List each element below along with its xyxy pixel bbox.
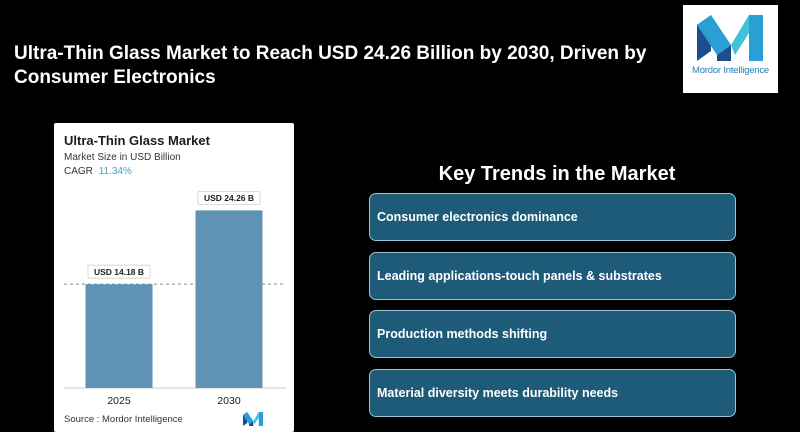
x-tick-label: 2030 (217, 395, 241, 407)
trend-item: Leading applications-touch panels & subs… (369, 252, 736, 300)
logo-text: Mordor Intelligence (692, 65, 769, 76)
bar-2030 (195, 210, 263, 388)
bar-chart: USD 14.18 B 2025 USD 24.26 B 2030 (64, 190, 286, 407)
x-tick-label: 2025 (107, 395, 131, 407)
headline: Ultra-Thin Glass Market to Reach USD 24.… (14, 43, 647, 88)
mordor-logo-icon (697, 15, 763, 61)
trend-item: Consumer electronics dominance (369, 193, 736, 241)
trend-item: Material diversity meets durability need… (369, 369, 736, 417)
data-label: USD 14.18 B (94, 267, 144, 277)
mordor-logo: Mordor Intelligence (683, 5, 778, 93)
chart-card: Ultra-Thin Glass Market Market Size in U… (54, 123, 294, 432)
source-logo-icon (242, 412, 264, 426)
bar-2025 (85, 284, 153, 388)
trends-title: Key Trends in the Market (438, 163, 676, 185)
data-label: USD 24.26 B (204, 193, 254, 203)
trend-item: Production methods shifting (369, 310, 736, 358)
chart-source: Source : Mordor Intelligence (64, 414, 183, 425)
